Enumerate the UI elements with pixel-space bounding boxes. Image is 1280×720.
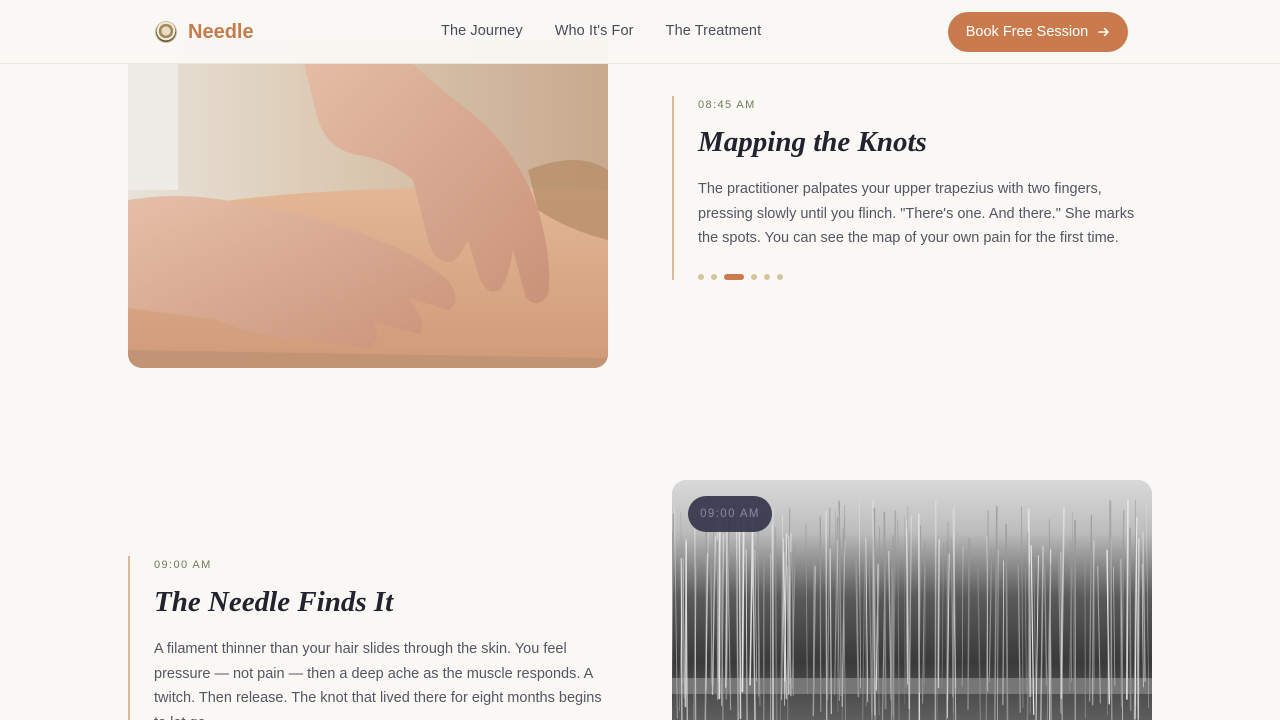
carousel-dot[interactable] bbox=[777, 274, 783, 280]
step-title: The Needle Finds It bbox=[154, 586, 394, 618]
step-body: The practitioner palpates your upper tra… bbox=[698, 181, 1135, 246]
massage-photo bbox=[128, 40, 608, 368]
nav-link-journey[interactable]: The Journey bbox=[441, 23, 523, 39]
step-body: A filament thinner than your hair slides… bbox=[154, 641, 602, 720]
carousel-dot[interactable] bbox=[711, 274, 717, 280]
carousel-dot-active[interactable] bbox=[724, 274, 744, 280]
carousel-dot[interactable] bbox=[751, 274, 757, 280]
step-timeline-bar bbox=[128, 556, 130, 720]
site-header: Needle The Journey Who It's For The Trea… bbox=[0, 0, 1280, 64]
step-time: 08:45 AM bbox=[698, 99, 756, 111]
brand-name: Needle bbox=[188, 20, 254, 43]
carousel-dot[interactable] bbox=[698, 274, 704, 280]
step-mapping-the-knots: 08:45 AM Mapping the Knots The practitio… bbox=[672, 96, 1152, 280]
image-time-badge: 09:00 AM bbox=[688, 496, 772, 532]
arrow-right-icon bbox=[1098, 26, 1110, 38]
book-session-label: Book Free Session bbox=[965, 24, 1089, 40]
carousel-dots bbox=[698, 274, 783, 280]
nav-link-treatment[interactable]: The Treatment bbox=[666, 23, 762, 39]
carousel-dot[interactable] bbox=[764, 274, 770, 280]
nav-link-who-its-for[interactable]: Who It's For bbox=[555, 23, 634, 39]
step-needle-finds-it: 09:00 AM The Needle Finds It A filament … bbox=[128, 556, 608, 720]
book-session-button[interactable]: Book Free Session bbox=[948, 12, 1128, 52]
brand-logo-icon bbox=[156, 22, 176, 42]
step-title: Mapping the Knots bbox=[698, 126, 927, 158]
main-nav: The Journey Who It's For The Treatment bbox=[441, 23, 761, 39]
brand-link[interactable]: Needle bbox=[156, 20, 254, 44]
step-time: 09:00 AM bbox=[154, 559, 212, 571]
step-timeline-bar bbox=[672, 96, 674, 280]
